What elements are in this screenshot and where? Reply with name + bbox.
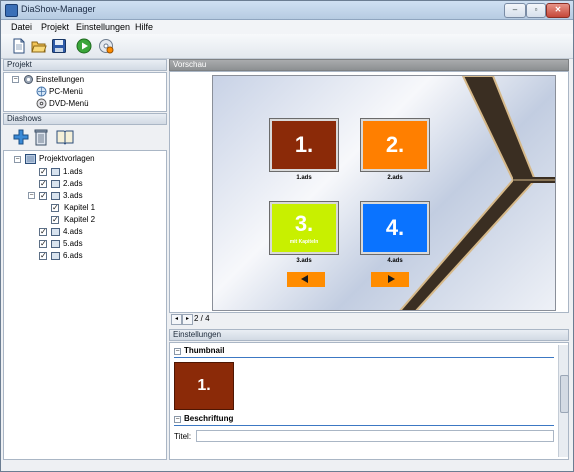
collapse-toggle[interactable]: − — [174, 348, 181, 355]
status-bar — [1, 461, 573, 471]
tree-item-6ads[interactable]: 6.ads — [63, 250, 83, 261]
page-indicator: 2 / 4 — [194, 314, 210, 323]
delete-trash-icon[interactable] — [34, 128, 48, 146]
maximize-button[interactable]: ▫ — [526, 3, 546, 18]
section-divider — [174, 425, 554, 426]
dvd-disc-icon — [36, 98, 47, 109]
menu-hilfe[interactable]: Hilfe — [135, 22, 153, 32]
tree-item-pc-menu[interactable]: PC-Menü — [49, 86, 83, 97]
tree-item-3ads[interactable]: 3.ads — [63, 190, 83, 201]
tile-caption: 2.ads — [387, 175, 403, 181]
open-folder-icon[interactable] — [31, 38, 47, 54]
slide-tile-3[interactable]: 3. mit Kapiteln — [270, 202, 338, 254]
section-thumbnail-title: Thumbnail — [184, 346, 225, 355]
tile-number: 1. — [294, 132, 314, 157]
collapse-toggle[interactable]: − — [14, 156, 21, 163]
menu-projekt[interactable]: Projekt — [41, 22, 69, 32]
settings-pane: − Thumbnail 1. − Beschriftung Titel: — [169, 342, 569, 460]
tree-item-4ads[interactable]: 4.ads — [63, 226, 83, 237]
slideshow-file-icon — [51, 252, 60, 260]
slideshow-file-icon — [51, 180, 60, 188]
next-page-button[interactable] — [371, 272, 409, 287]
tile-number: 3. — [294, 211, 314, 236]
tree-item-kapitel-2[interactable]: Kapitel 2 — [64, 214, 95, 225]
diashows-tree: − Projektvorlagen ✓ 1.ads ✓ 2.ads − ✓ 3.… — [3, 150, 167, 460]
collapse-toggle[interactable]: − — [28, 192, 35, 199]
app-icon — [5, 4, 18, 17]
checkbox-2ads[interactable]: ✓ — [39, 180, 47, 188]
title-bar: DiaShow-Manager – ▫ ✕ — [1, 1, 573, 20]
slideshow-file-icon — [51, 228, 60, 236]
tree-item-dvd-menu[interactable]: DVD-Menü — [49, 98, 89, 109]
tile-caption: 3.ads — [296, 258, 312, 264]
collapse-toggle[interactable]: − — [174, 416, 181, 423]
section-caption-title: Beschriftung — [184, 414, 234, 423]
scrollbar-thumb[interactable] — [560, 375, 569, 413]
slideshow-file-icon — [51, 168, 60, 176]
burn-disc-icon[interactable] — [98, 38, 114, 54]
play-icon[interactable] — [76, 38, 92, 54]
templates-folder-icon — [25, 154, 36, 164]
app-window: DiaShow-Manager – ▫ ✕ Datei Projekt Eins… — [0, 0, 574, 472]
checkbox-kapitel-2[interactable]: ✓ — [51, 216, 59, 224]
menu-einstellungen[interactable]: Einstellungen — [76, 22, 130, 32]
pc-menu-icon — [36, 86, 47, 97]
thumbnail-preview[interactable]: 1. — [174, 362, 234, 410]
tile-subtitle: mit Kapiteln — [289, 239, 319, 245]
previous-page-button[interactable] — [287, 272, 325, 287]
tile-number: 4. — [385, 215, 405, 240]
menu-bar: Datei Projekt Einstellungen Hilfe — [1, 20, 573, 34]
settings-gear-icon — [24, 75, 33, 84]
menu-datei[interactable]: Datei — [11, 22, 32, 32]
page-prev-button[interactable]: ◂ — [171, 314, 182, 325]
arrow-left-icon — [301, 275, 308, 283]
thumbnail-number: 1. — [197, 377, 211, 394]
project-panel-header: Projekt — [3, 59, 167, 71]
tree-root-templates[interactable]: Projektvorlagen — [39, 153, 95, 164]
tile-caption: 4.ads — [387, 258, 403, 264]
diashows-panel-header: Diashows — [3, 113, 167, 125]
checkbox-1ads[interactable]: ✓ — [39, 168, 47, 176]
close-button[interactable]: ✕ — [546, 3, 570, 18]
slideshow-file-icon — [51, 240, 60, 248]
page-next-button[interactable]: ▸ — [182, 314, 193, 325]
tree-item-1ads[interactable]: 1.ads — [63, 166, 83, 177]
preview-header: Vorschau — [169, 59, 569, 71]
tree-item-kapitel-1[interactable]: Kapitel 1 — [64, 202, 95, 213]
tile-number: 2. — [385, 132, 405, 157]
checkbox-4ads[interactable]: ✓ — [39, 228, 47, 236]
tree-item-settings[interactable]: Einstellungen — [36, 74, 84, 85]
save-icon[interactable] — [51, 38, 67, 54]
toolbar — [1, 34, 573, 59]
tile-caption: 1.ads — [296, 175, 312, 181]
tree-item-2ads[interactable]: 2.ads — [63, 178, 83, 189]
new-document-icon[interactable] — [11, 38, 27, 54]
diashows-toolbar — [3, 125, 167, 149]
checkbox-5ads[interactable]: ✓ — [39, 240, 47, 248]
title-input[interactable] — [196, 430, 554, 442]
settings-scrollbar[interactable] — [558, 345, 569, 457]
add-icon[interactable] — [12, 128, 30, 146]
preview-canvas: 1. 1.ads 2. 2.ads 3. mit Kapiteln 3.ads … — [212, 75, 556, 311]
slideshow-file-icon — [51, 192, 60, 200]
checkbox-6ads[interactable]: ✓ — [39, 252, 47, 260]
checkbox-kapitel-1[interactable]: ✓ — [51, 204, 59, 212]
open-book-icon[interactable] — [56, 129, 74, 145]
arrow-right-icon — [388, 275, 395, 283]
slide-tile-1[interactable]: 1. — [270, 119, 338, 171]
checkbox-3ads[interactable]: ✓ — [39, 192, 47, 200]
slide-tile-2[interactable]: 2. — [361, 119, 429, 171]
slide-tile-4[interactable]: 4. — [361, 202, 429, 254]
settings-header: Einstellungen — [169, 329, 569, 341]
window-title: DiaShow-Manager — [21, 4, 96, 14]
minimize-button[interactable]: – — [504, 3, 526, 18]
section-divider — [174, 357, 554, 358]
title-label: Titel: — [174, 432, 192, 441]
collapse-toggle[interactable]: − — [12, 76, 19, 83]
project-tree: − Einstellungen PC-Menü DVD-Menü — [3, 72, 167, 112]
tree-item-5ads[interactable]: 5.ads — [63, 238, 83, 249]
